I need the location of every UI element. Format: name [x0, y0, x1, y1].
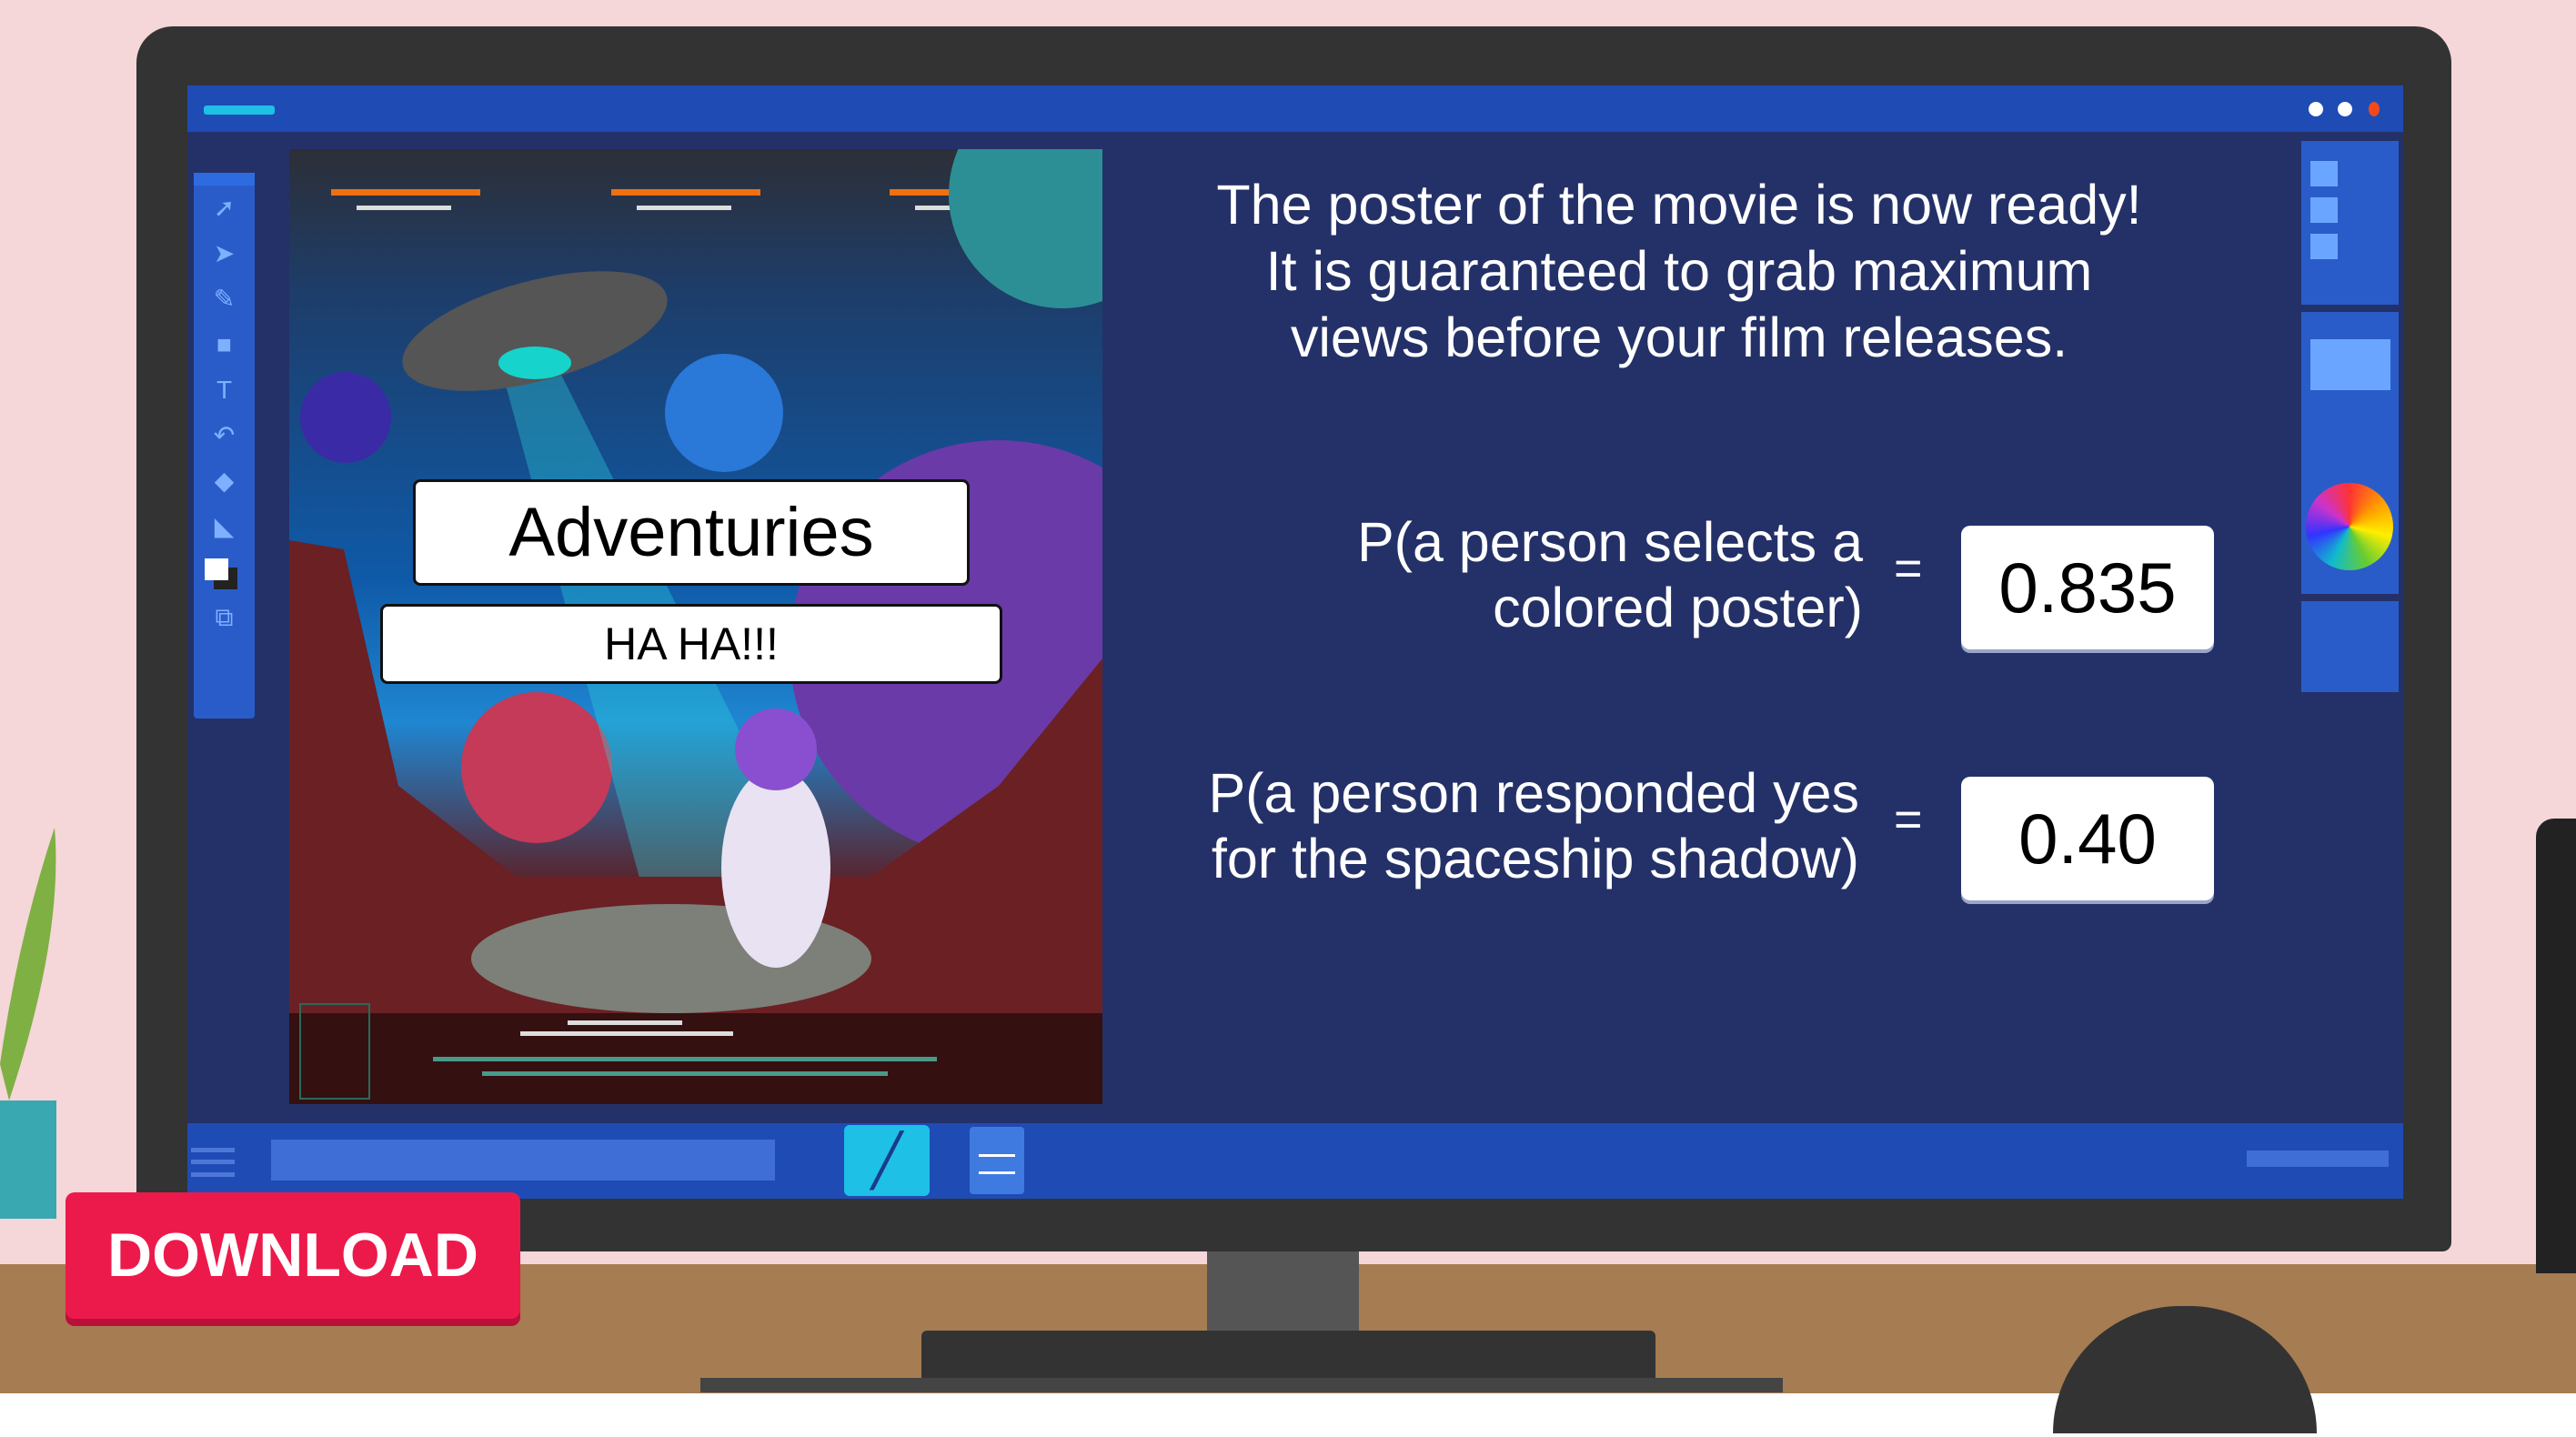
zoom-slider[interactable] [2247, 1151, 2389, 1167]
status-input[interactable] [271, 1140, 775, 1181]
message-line: It is guaranteed to grab maximum [1265, 240, 2093, 302]
probability-label-colored-poster: P(a person selects a colored poster) [1356, 511, 1863, 638]
movie-poster: Adventuries HA HA!!! [289, 149, 1102, 1104]
transform-icon[interactable]: ◣ [194, 504, 255, 549]
value-box-spaceship-shadow: 0.40 [1961, 777, 2214, 900]
message-line: views before your film releases. [1290, 306, 2068, 368]
speaker [2536, 819, 2576, 1273]
equals-sign: = [1894, 541, 1923, 596]
stand [1207, 1251, 1359, 1339]
stand-base [921, 1331, 1655, 1381]
close-dot-icon[interactable] [2369, 102, 2380, 116]
undo-icon[interactable]: ↶ [194, 413, 255, 458]
keyboard [700, 1378, 1783, 1392]
title-bar [187, 85, 2403, 132]
document-icon[interactable] [970, 1127, 1024, 1194]
pen-icon[interactable]: ✎ [194, 276, 255, 322]
plant [0, 828, 64, 1264]
eraser-icon[interactable]: ◆ [194, 458, 255, 504]
color-wheel-icon[interactable] [2306, 483, 2393, 570]
bottom-bar: ╱ [187, 1123, 2403, 1199]
download-button[interactable]: DOWNLOAD [65, 1192, 520, 1319]
menu-icon[interactable] [191, 1148, 235, 1177]
rectangle-icon[interactable]: ■ [194, 322, 255, 367]
poster-subtitle-box[interactable]: HA HA!!! [380, 604, 1002, 684]
pencil-button[interactable]: ╱ [844, 1125, 930, 1196]
text-icon[interactable]: T [194, 367, 255, 413]
arrange-icon[interactable]: ⧉ [194, 595, 255, 640]
tool-palette: ➚ ➤ ✎ ■ T ↶ ◆ ◣ ⧉ [194, 173, 255, 718]
value-box-colored-poster: 0.835 [1961, 526, 2214, 649]
layers-panel [2301, 141, 2399, 693]
cursor-icon[interactable]: ➚ [194, 186, 255, 231]
window-dot-icon[interactable] [2309, 102, 2323, 116]
color-swatch-icon[interactable] [194, 549, 255, 595]
message-text: The poster of the movie is now ready! It… [1179, 172, 2179, 371]
probability-label-spaceship-shadow: P(a person responded yes for the spaceshi… [1208, 762, 1860, 889]
equals-sign: = [1894, 792, 1923, 847]
message-line: The poster of the movie is now ready! [1216, 174, 2142, 236]
window-dot-icon[interactable] [2338, 102, 2352, 116]
poster-title-box[interactable]: Adventuries [413, 479, 970, 586]
title-accent [204, 106, 275, 115]
direct-select-icon[interactable]: ➤ [194, 231, 255, 276]
app-screen: ➚ ➤ ✎ ■ T ↶ ◆ ◣ ⧉ Adventuries HA HA!!! T… [187, 85, 2403, 1199]
